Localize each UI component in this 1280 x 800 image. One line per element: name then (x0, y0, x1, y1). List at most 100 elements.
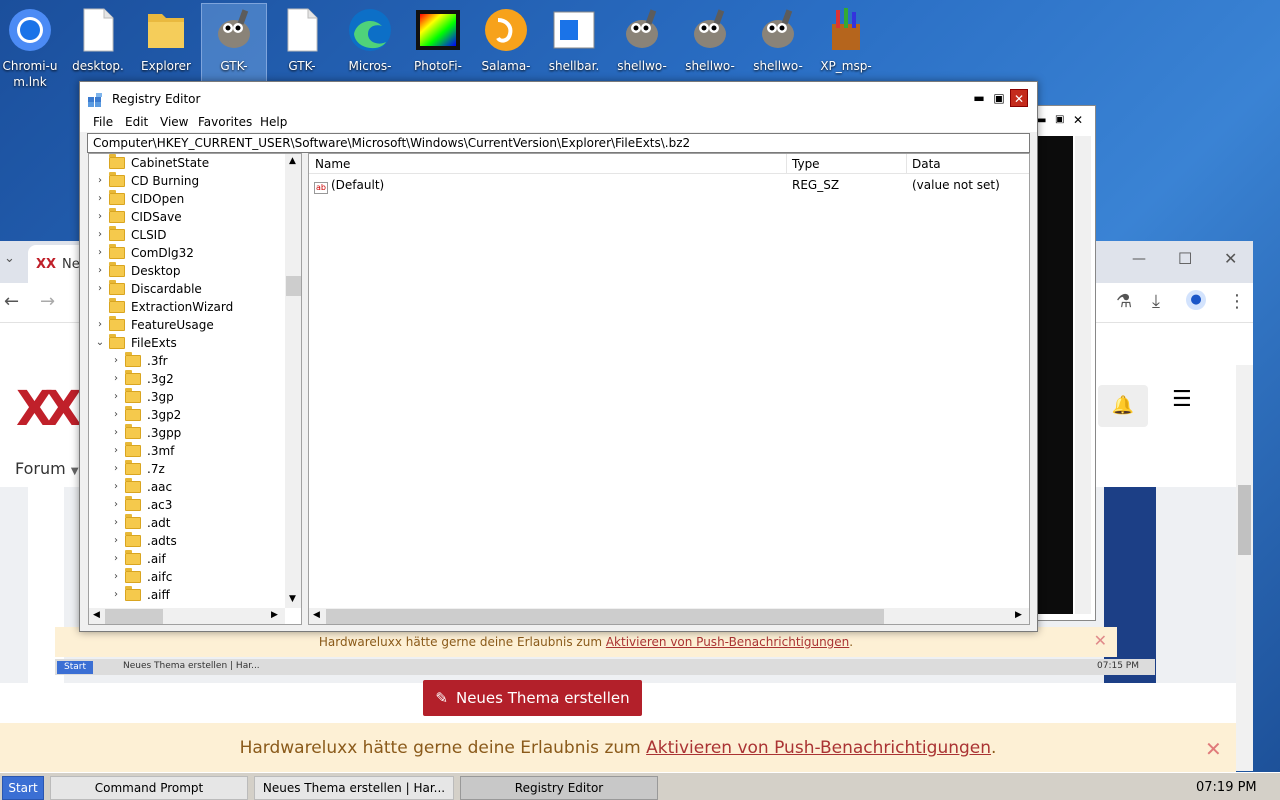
scroll-up-icon[interactable]: ▲ (289, 156, 296, 166)
tree-item[interactable]: › Desktop (89, 262, 269, 280)
tree-item[interactable]: › CIDOpen (89, 190, 269, 208)
column-data[interactable]: Data (912, 157, 941, 171)
chevron-right-icon[interactable]: › (111, 496, 121, 514)
tree-item[interactable]: ⌄ FileExts (89, 334, 269, 352)
tree-item[interactable]: › .aac (105, 478, 285, 496)
tree-item[interactable]: › .aif (105, 550, 285, 568)
chevron-right-icon[interactable]: › (111, 352, 121, 370)
tree-item[interactable]: › ComDlg32 (89, 244, 269, 262)
maximize-icon[interactable]: ☐ (1178, 249, 1192, 268)
desktop-icon[interactable]: PhotoFi- (406, 4, 470, 84)
tree-item[interactable]: › .aifc (105, 568, 285, 586)
desktop-icon[interactable]: GTK- (270, 4, 334, 84)
tree-item[interactable]: › Discardable (89, 280, 269, 298)
tree-item[interactable]: › .ac3 (105, 496, 285, 514)
tree-vscroll[interactable]: ▲ ▼ (285, 154, 301, 608)
maximize-icon[interactable]: ▣ (990, 89, 1008, 107)
chevron-right-icon[interactable]: › (111, 478, 121, 496)
table-row[interactable]: ab (Default) REG_SZ (value not set) (309, 175, 1029, 195)
cmd-close-icon[interactable]: ✕ (1073, 113, 1083, 127)
chevron-right-icon[interactable]: › (95, 280, 105, 298)
tree-item[interactable]: › .adt (105, 514, 285, 532)
tab-search-icon[interactable]: ⌄ (4, 251, 15, 266)
chevron-right-icon[interactable]: › (111, 532, 121, 550)
tree-item[interactable]: › .3mf (105, 442, 285, 460)
desktop-icon[interactable]: shellwo- (678, 4, 742, 84)
chevron-right-icon[interactable]: › (111, 388, 121, 406)
chevron-right-icon[interactable]: › (111, 460, 121, 478)
column-name[interactable]: Name (315, 157, 350, 171)
chevron-right-icon[interactable]: › (111, 550, 121, 568)
desktop-icon[interactable]: Salama- (474, 4, 538, 84)
column-separator[interactable] (906, 154, 907, 174)
chevron-right-icon[interactable]: › (111, 442, 121, 460)
chevron-right-icon[interactable]: › (111, 406, 121, 424)
tree-item[interactable]: › .aiff (105, 586, 285, 604)
column-type[interactable]: Type (792, 157, 820, 171)
tree-item[interactable]: › FeatureUsage (89, 316, 269, 334)
tree-item[interactable]: › .3g2 (105, 370, 285, 388)
scroll-left-icon[interactable]: ◀ (93, 610, 100, 620)
column-separator[interactable] (786, 154, 787, 174)
minimize-icon[interactable]: ▬ (970, 89, 988, 107)
chevron-right-icon[interactable]: › (111, 514, 121, 532)
tree-item[interactable]: › CD Burning (89, 172, 269, 190)
tree-item[interactable]: › .3fr (105, 352, 285, 370)
new-thread-button[interactable]: ✎ Neues Thema erstellen (423, 680, 642, 716)
inner-notification-link[interactable]: Aktivieren von Push-Benachrichtigungen (606, 635, 849, 649)
chevron-right-icon[interactable]: › (111, 586, 121, 604)
tree-item[interactable]: › .7z (105, 460, 285, 478)
chevron-right-icon[interactable]: › (111, 370, 121, 388)
notification-close-icon[interactable]: ✕ (1205, 737, 1222, 761)
tree-vscroll-thumb[interactable] (286, 276, 301, 296)
browser-scrollbar-thumb[interactable] (1238, 485, 1251, 555)
desktop-icon[interactable]: desktop. (66, 4, 130, 84)
menu-dots-icon[interactable]: ⋮ (1228, 291, 1246, 312)
chevron-right-icon[interactable]: › (111, 424, 121, 442)
desktop-icon[interactable]: Chromi-um.lnk (0, 4, 62, 89)
profile-icon[interactable]: ● (1186, 290, 1206, 310)
tree-hscroll[interactable]: ◀ ▶ (89, 608, 285, 624)
desktop-icon[interactable]: XP_msp- (814, 4, 878, 84)
chevron-right-icon[interactable]: › (95, 208, 105, 226)
address-bar[interactable]: Computer\HKEY_CURRENT_USER\Software\Micr… (87, 133, 1030, 153)
menu-file[interactable]: File (93, 115, 113, 129)
cmd-minimize-icon[interactable]: ▬ (1037, 115, 1046, 126)
back-icon[interactable]: ← (4, 291, 19, 312)
close-icon[interactable]: ✕ (1010, 89, 1028, 107)
chevron-right-icon[interactable]: › (95, 190, 105, 208)
tree-item[interactable]: › .3gp2 (105, 406, 285, 424)
chevron-right-icon[interactable]: › (111, 568, 121, 586)
download-icon[interactable]: ⤓ (1152, 291, 1160, 312)
inner-notification-close-icon[interactable]: ✕ (1094, 631, 1107, 650)
cmd-scrollbar[interactable] (1075, 136, 1091, 614)
browser-scrollbar[interactable] (1236, 365, 1253, 771)
tree-item[interactable]: › CLSID (89, 226, 269, 244)
tree-item[interactable]: › .adts (105, 532, 285, 550)
tree-hscroll-thumb[interactable] (105, 609, 163, 624)
chevron-right-icon[interactable]: › (95, 316, 105, 334)
desktop-icon[interactable]: Explorer (134, 4, 198, 84)
taskbar-item-registry-editor[interactable]: Registry Editor (460, 776, 658, 800)
tree-item[interactable]: › .3gpp (105, 424, 285, 442)
list-hscroll-thumb[interactable] (326, 609, 884, 624)
scroll-right-icon[interactable]: ▶ (271, 610, 278, 620)
tree-item[interactable]: › CIDSave (89, 208, 269, 226)
chevron-right-icon[interactable]: › (95, 262, 105, 280)
desktop-icon[interactable]: shellwo- (746, 4, 810, 84)
taskbar-item-browser[interactable]: Neues Thema erstellen | Har... (254, 776, 454, 800)
hamburger-menu-icon[interactable]: ☰ (1172, 387, 1192, 412)
taskbar-item-command-prompt[interactable]: Command Prompt (50, 776, 248, 800)
scroll-right-icon[interactable]: ▶ (1015, 610, 1022, 620)
menu-favorites[interactable]: Favorites (198, 115, 252, 129)
desktop-icon[interactable]: Micros- (338, 4, 402, 84)
tree-item[interactable]: › .3gp (105, 388, 285, 406)
cmd-maximize-icon[interactable]: ▣ (1055, 114, 1064, 125)
desktop-icon[interactable]: shellwo- (610, 4, 674, 84)
desktop-icon[interactable]: shellbar. (542, 4, 606, 84)
close-icon[interactable]: ✕ (1224, 249, 1237, 268)
labs-icon[interactable]: ⚗ (1116, 291, 1132, 312)
menu-edit[interactable]: Edit (125, 115, 148, 129)
scroll-down-icon[interactable]: ▼ (289, 594, 296, 604)
list-hscroll[interactable]: ◀ ▶ (309, 608, 1029, 624)
